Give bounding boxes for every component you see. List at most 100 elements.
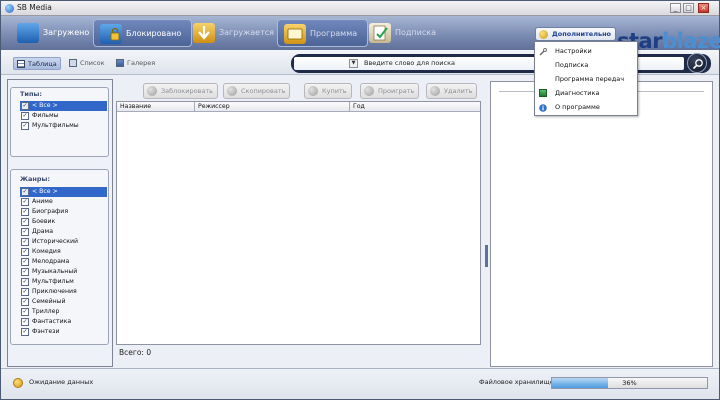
- play-button-label: Проиграть: [378, 87, 415, 95]
- checkbox-icon[interactable]: ✓: [21, 258, 29, 266]
- minimize-button[interactable]: _: [670, 3, 681, 13]
- genre-item-label: Аниме: [32, 198, 53, 205]
- toolbar-blocked[interactable]: Блокировано: [93, 19, 193, 47]
- checkbox-icon[interactable]: ✓: [21, 278, 29, 286]
- view-tab-table[interactable]: Таблица: [13, 57, 61, 70]
- toolbar-program[interactable]: Программа: [277, 19, 369, 47]
- extra-dropdown-menu: Настройки Подписка Программа передач Диа…: [534, 41, 638, 116]
- checkbox-icon[interactable]: ✓: [21, 112, 29, 120]
- checkbox-icon[interactable]: ✓: [21, 218, 29, 226]
- genre-item[interactable]: ✓ Боевик: [20, 217, 107, 227]
- menu-item-label: Диагностика: [555, 89, 600, 97]
- table-header: Название Режиссер Год: [117, 102, 480, 112]
- checkbox-icon[interactable]: ✓: [21, 328, 29, 336]
- view-tab-list-label: Список: [80, 59, 105, 67]
- genre-item[interactable]: ✓ Мультфильм: [20, 277, 107, 287]
- genre-item-label: Семейный: [32, 298, 66, 305]
- checkbox-icon[interactable]: ✓: [21, 298, 29, 306]
- tv-program-icon: [284, 24, 306, 44]
- genre-item[interactable]: ✓ Семейный: [20, 297, 107, 307]
- genre-item[interactable]: ✓ Исторический: [20, 237, 107, 247]
- media-table[interactable]: Название Режиссер Год: [116, 101, 481, 345]
- search-button[interactable]: [687, 53, 707, 73]
- panel-splitter[interactable]: [485, 245, 488, 267]
- checkbox-icon[interactable]: ✓: [21, 288, 29, 296]
- checkbox-icon[interactable]: ✓: [21, 318, 29, 326]
- waiting-status-icon: [13, 378, 23, 388]
- app-window: SB Media _ □ × Загружено Блокировано Заг…: [0, 0, 720, 400]
- genres-title: Жанры:: [20, 175, 50, 183]
- gallery-view-icon: [116, 59, 124, 67]
- delete-button[interactable]: Удалить: [426, 83, 478, 99]
- type-item-cartoons[interactable]: ✓ Мультфильмы: [20, 121, 107, 131]
- status-text: Ожидание данных: [29, 378, 94, 386]
- types-title: Типы:: [20, 90, 42, 98]
- column-header-title[interactable]: Название: [117, 102, 195, 112]
- menu-item-settings[interactable]: Настройки: [535, 44, 637, 58]
- genre-item[interactable]: ✓ Триллер: [20, 307, 107, 317]
- view-tab-table-label: Таблица: [28, 60, 57, 68]
- checkbox-icon[interactable]: ✓: [21, 102, 29, 110]
- genre-item[interactable]: ✓ Фэнтези: [20, 327, 107, 337]
- checkbox-icon[interactable]: ✓: [21, 208, 29, 216]
- toolbar-downloading[interactable]: Загружается: [187, 19, 284, 47]
- checkbox-icon[interactable]: ✓: [21, 308, 29, 316]
- checkbox-icon[interactable]: ✓: [21, 228, 29, 236]
- storage-label: Файловое хранилище:: [479, 378, 556, 386]
- extra-menu-button[interactable]: Дополнительно: [535, 27, 617, 41]
- genre-item-label: Приключения: [32, 288, 77, 295]
- genre-item-label: < Все >: [32, 188, 58, 195]
- checkbox-icon[interactable]: ✓: [21, 238, 29, 246]
- delete-icon: [430, 86, 440, 96]
- genre-item[interactable]: ✓ Музыкальный: [20, 267, 107, 277]
- view-tab-list[interactable]: Список: [66, 57, 108, 70]
- genre-item-label: Триллер: [32, 308, 60, 315]
- toolbar-subscription[interactable]: Подписка: [363, 19, 446, 47]
- column-header-director[interactable]: Режиссер: [195, 102, 350, 112]
- toolbar-downloaded[interactable]: Загружено: [11, 19, 99, 47]
- menu-item-subscription[interactable]: Подписка: [535, 58, 637, 72]
- close-button[interactable]: ×: [698, 3, 709, 13]
- search-placeholder: Введите слово для поиска: [364, 59, 455, 67]
- buy-button[interactable]: Купить: [304, 83, 352, 99]
- genre-item[interactable]: ✓ Аниме: [20, 197, 107, 207]
- genre-item[interactable]: ✓ Мелодрама: [20, 257, 107, 267]
- genre-item[interactable]: ✓ Биография: [20, 207, 107, 217]
- delete-button-label: Удалить: [444, 87, 473, 95]
- blocked-icon: [100, 24, 122, 44]
- buy-icon: [308, 86, 318, 96]
- extra-menu-label: Дополнительно: [552, 30, 612, 38]
- search-scope-dropdown[interactable]: ▼: [349, 59, 358, 68]
- menu-item-label: Подписка: [555, 61, 589, 69]
- genre-item[interactable]: ✓ Комедия: [20, 247, 107, 257]
- genre-item[interactable]: ✓ Приключения: [20, 287, 107, 297]
- genre-item[interactable]: ✓ Фантастика: [20, 317, 107, 327]
- view-tab-gallery[interactable]: Галерея: [113, 57, 158, 70]
- type-item-movies[interactable]: ✓ Фильмы: [20, 111, 107, 121]
- genre-item-all[interactable]: ✓ < Все >: [20, 187, 107, 197]
- wrench-icon: [539, 47, 547, 56]
- copy-button[interactable]: Скопировать: [223, 83, 291, 99]
- play-icon: [364, 86, 374, 96]
- block-button-label: Заблокировать: [161, 87, 213, 95]
- menu-item-about[interactable]: О программе: [535, 100, 637, 114]
- play-button[interactable]: Проиграть: [360, 83, 420, 99]
- genre-item-label: Фантастика: [32, 318, 72, 325]
- block-button[interactable]: Заблокировать: [143, 83, 218, 99]
- checkbox-icon[interactable]: ✓: [21, 268, 29, 276]
- genre-item-label: Фэнтези: [32, 328, 60, 335]
- action-bar: Заблокировать Скопировать Купить Проигра…: [116, 83, 482, 100]
- checkbox-icon[interactable]: ✓: [21, 188, 29, 196]
- checkbox-icon[interactable]: ✓: [21, 122, 29, 130]
- checkbox-icon[interactable]: ✓: [21, 248, 29, 256]
- menu-item-tv-program[interactable]: Программа передач: [535, 72, 637, 86]
- copy-icon: [227, 86, 237, 96]
- type-item-all[interactable]: ✓ < Все >: [20, 101, 107, 111]
- genre-item-label: Мелодрама: [32, 258, 70, 265]
- checkbox-icon[interactable]: ✓: [21, 198, 29, 206]
- extra-menu-icon: [539, 30, 548, 39]
- maximize-button[interactable]: □: [683, 3, 694, 13]
- column-header-year[interactable]: Год: [350, 102, 480, 112]
- menu-item-diagnostics[interactable]: Диагностика: [535, 86, 637, 100]
- genre-item[interactable]: ✓ Драма: [20, 227, 107, 237]
